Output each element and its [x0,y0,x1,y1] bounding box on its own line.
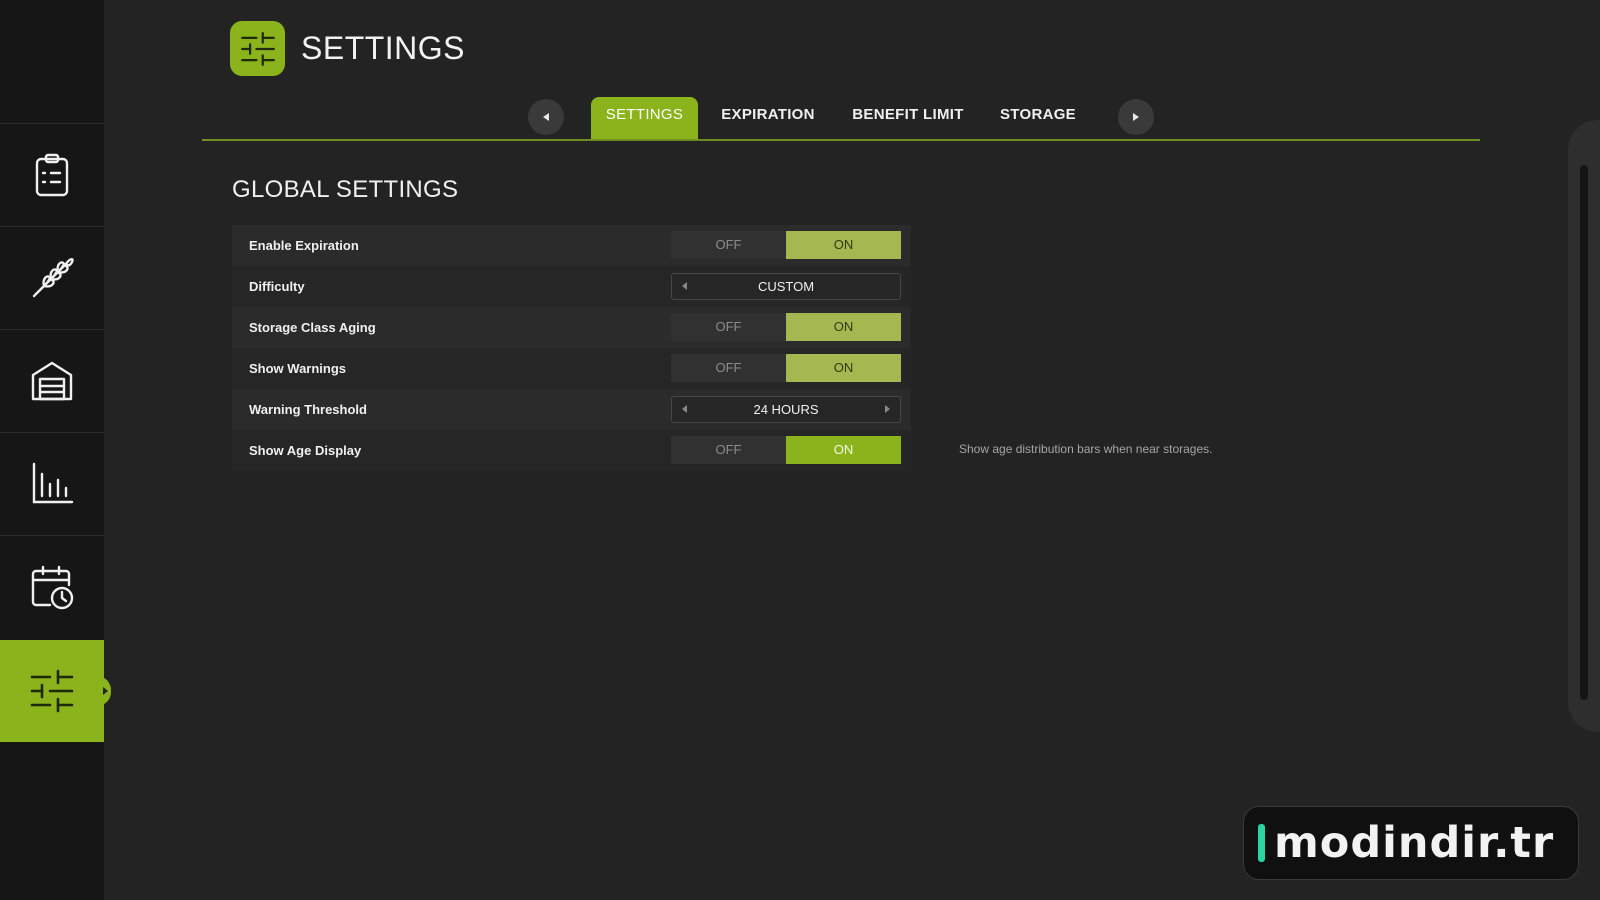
tab-underline [202,139,1480,141]
storage-class-aging-toggle[interactable]: OFF ON [671,313,901,341]
clipboard-icon [35,153,69,197]
tab-expiration[interactable]: EXPIRATION [712,97,824,140]
show-warnings-toggle[interactable]: OFF ON [671,354,901,382]
calendar-clock-icon [31,565,74,610]
tab-settings[interactable]: SETTINGS [591,97,698,140]
setting-row-warning-threshold: Warning Threshold 24 HOURS [232,389,911,430]
setting-label: Difficulty [249,279,305,294]
sidebar-item-schedule[interactable] [0,535,104,638]
bar-chart-icon [32,462,74,504]
section-title: GLOBAL SETTINGS [232,176,459,203]
setting-row-storage-class-aging: Storage Class Aging OFF ON [232,307,911,348]
toggle-off-option[interactable]: OFF [671,231,786,259]
selector-value: CUSTOM [757,279,815,294]
setting-row-enable-expiration: Enable Expiration OFF ON [232,225,911,266]
setting-row-show-warnings: Show Warnings OFF ON [232,348,911,389]
difficulty-selector[interactable]: CUSTOM [671,273,901,300]
tab-prev-button[interactable] [528,99,564,135]
setting-label: Enable Expiration [249,238,359,253]
setting-description: Show age distribution bars when near sto… [959,442,1213,456]
tab-benefit-limit[interactable]: BENEFIT LIMIT [848,97,968,140]
toggle-off-option[interactable]: OFF [671,354,786,382]
watermark-text: modindir.tr [1274,818,1555,868]
toggle-off-option[interactable]: OFF [671,436,786,464]
settings-list: Enable Expiration OFF ON Difficulty CUST… [232,225,911,471]
watermark: modindir.tr [1243,806,1579,880]
tab-next-button[interactable] [1118,99,1154,135]
sidebar-item-statistics[interactable] [0,432,104,535]
sliders-icon [30,669,74,713]
watermark-bar [1258,824,1265,862]
warning-threshold-selector[interactable]: 24 HOURS [671,396,901,423]
sliders-icon [240,31,275,66]
setting-row-difficulty: Difficulty CUSTOM [232,266,911,307]
toggle-on-option[interactable]: ON [786,436,901,464]
toggle-on-option[interactable]: ON [786,354,901,382]
setting-label: Show Warnings [249,361,347,376]
setting-row-show-age-display: Show Age Display OFF ON [232,430,911,471]
warehouse-icon [31,361,73,401]
setting-label: Show Age Display [249,443,362,458]
arrow-right-icon[interactable] [885,405,890,413]
sidebar-item-storage[interactable] [0,329,104,432]
page-title: SETTINGS [301,30,466,66]
wheat-icon [32,258,74,298]
header-icon [230,21,285,76]
arrow-left-icon[interactable] [682,282,687,290]
selector-value: 24 HOURS [753,402,819,417]
chevron-left-icon [543,113,549,121]
show-age-display-toggle[interactable]: OFF ON [671,436,901,464]
enable-expiration-toggle[interactable]: OFF ON [671,231,901,259]
toggle-on-option[interactable]: ON [786,313,901,341]
scrollbar[interactable] [1580,165,1588,700]
toggle-on-option[interactable]: ON [786,231,901,259]
tab-storage[interactable]: STORAGE [994,97,1082,140]
active-indicator-arrow [97,676,111,706]
sidebar [0,0,111,900]
setting-label: Warning Threshold [249,402,367,417]
sidebar-item-overview[interactable] [0,123,104,226]
sidebar-item-crops[interactable] [0,226,104,329]
toggle-off-option[interactable]: OFF [671,313,786,341]
setting-label: Storage Class Aging [249,320,376,335]
sidebar-item-settings[interactable] [0,640,111,742]
arrow-left-icon[interactable] [682,405,687,413]
chevron-right-icon [1133,113,1139,121]
